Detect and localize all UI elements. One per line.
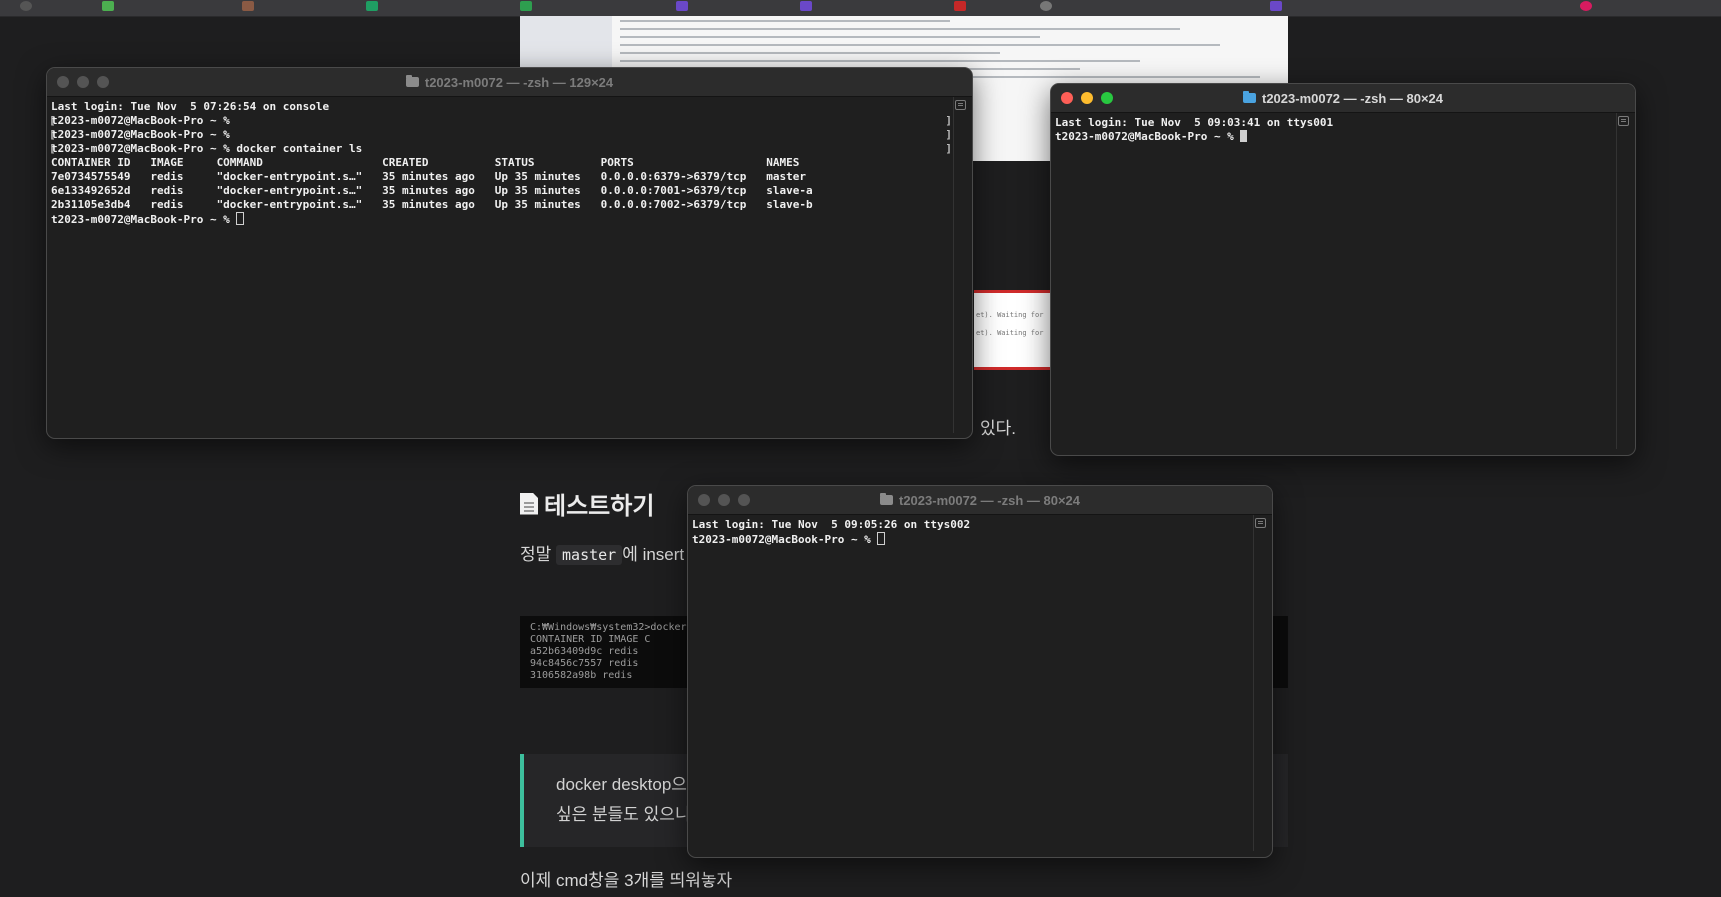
- cmd-line: C:₩Windows₩system32>docker: [530, 622, 687, 633]
- quote-line: 싶은 분들도 있으니: [556, 805, 691, 824]
- close-button[interactable]: [698, 494, 710, 506]
- terminal-line: t2023-m0072@MacBook-Pro ~ %: [51, 114, 230, 127]
- split-divider: [1253, 515, 1254, 851]
- tab[interactable]: [1040, 0, 1052, 12]
- tab[interactable]: [520, 0, 532, 12]
- window-title: t2023-m0072 — -zsh — 80×24: [898, 492, 1081, 508]
- split-divider: [1616, 113, 1617, 449]
- terminal-line: CONTAINER ID IMAGE COMMAND CREATED STATU…: [51, 156, 800, 169]
- tab[interactable]: [1270, 0, 1282, 12]
- maximize-button[interactable]: [97, 76, 109, 88]
- cmd-line: CONTAINER ID IMAGE C: [530, 634, 651, 645]
- folder-icon: [1242, 91, 1256, 103]
- terminal-window-2[interactable]: t2023-m0072 — -zsh — 80×24 Last login: T…: [1050, 83, 1636, 456]
- terminal-output[interactable]: Last login: Tue Nov 5 09:05:26 on ttys00…: [688, 515, 1272, 851]
- scroll-indicator-icon[interactable]: [1255, 518, 1266, 528]
- terminal-line: t2023-m0072@MacBook-Pro ~ % docker conta…: [51, 142, 363, 155]
- terminal-line: 7e0734575549 redis "docker-entrypoint.s……: [51, 170, 806, 183]
- minimize-button[interactable]: [718, 494, 730, 506]
- terminal-window-1[interactable]: t2023-m0072 — -zsh — 129×24 Last login: …: [46, 67, 973, 439]
- minimize-button[interactable]: [77, 76, 89, 88]
- maximize-button[interactable]: [738, 494, 750, 506]
- document-icon: [520, 492, 538, 515]
- terminal-prompt: t2023-m0072@MacBook-Pro ~ %: [692, 533, 878, 546]
- terminal-titlebar[interactable]: t2023-m0072 — -zsh — 129×24: [47, 68, 972, 97]
- folder-icon: [879, 493, 893, 505]
- terminal-titlebar[interactable]: t2023-m0072 — -zsh — 80×24: [688, 486, 1272, 515]
- close-button[interactable]: [1061, 92, 1073, 104]
- scroll-indicator-icon[interactable]: [955, 100, 966, 110]
- screenshot-image-fragment: et). Waiting for et). Waiting for: [974, 290, 1054, 370]
- terminal-output[interactable]: Last login: Tue Nov 5 09:03:41 on ttys00…: [1051, 113, 1635, 449]
- scroll-indicator-icon[interactable]: [1618, 116, 1629, 126]
- minimize-button[interactable]: [1081, 92, 1093, 104]
- text-cursor: [1240, 130, 1248, 142]
- browser-tab-strip: [0, 0, 1721, 17]
- paragraph-prefix: 정말: [520, 545, 552, 564]
- terminal-prompt: t2023-m0072@MacBook-Pro ~ %: [51, 213, 237, 226]
- tab[interactable]: [800, 0, 812, 12]
- text-cursor: [877, 532, 886, 545]
- tab[interactable]: [242, 0, 254, 12]
- terminal-prompt: t2023-m0072@MacBook-Pro ~ %: [1055, 130, 1241, 143]
- terminal-prompt-line[interactable]: t2023-m0072@MacBook-Pro ~ %: [1055, 130, 1631, 144]
- split-divider: [953, 97, 954, 433]
- cmd-line: a52b63409d9c redis: [530, 646, 639, 657]
- terminal-prompt-line[interactable]: t2023-m0072@MacBook-Pro ~ %: [51, 212, 968, 226]
- terminal-line: 6e133492652d redis "docker-entrypoint.s……: [51, 184, 813, 197]
- window-title: t2023-m0072 — -zsh — 129×24: [424, 74, 614, 90]
- tab[interactable]: [1580, 0, 1592, 12]
- cmd-line: 3106582a98b redis: [530, 670, 633, 681]
- folder-icon: [405, 75, 419, 87]
- terminal-line: Last login: Tue Nov 5 07:26:54 on consol…: [51, 100, 330, 113]
- cmd-line: 94c8456c7557 redis: [530, 658, 639, 669]
- terminal-line: t2023-m0072@MacBook-Pro ~ %: [51, 128, 230, 141]
- inline-code: master: [556, 545, 623, 565]
- terminal-line: Last login: Tue Nov 5 09:03:41 on ttys00…: [1055, 116, 1334, 129]
- terminal-window-3[interactable]: t2023-m0072 — -zsh — 80×24 Last login: T…: [687, 485, 1273, 858]
- paragraph: 정말 master 에 insert: [520, 540, 684, 565]
- window-title: t2023-m0072 — -zsh — 80×24: [1261, 90, 1444, 106]
- tab-favicon-icon[interactable]: [20, 0, 32, 12]
- close-button[interactable]: [57, 76, 69, 88]
- heading-text: 테스트하기: [544, 493, 655, 520]
- maximize-button[interactable]: [1101, 92, 1113, 104]
- paragraph-suffix: 에 insert: [622, 545, 685, 564]
- terminal-line: Last login: Tue Nov 5 09:05:26 on ttys00…: [692, 518, 971, 531]
- terminal-output[interactable]: Last login: Tue Nov 5 07:26:54 on consol…: [47, 97, 972, 433]
- tab[interactable]: [366, 0, 378, 12]
- tab[interactable]: [676, 0, 688, 12]
- text-fragment: 있다.: [980, 419, 1017, 438]
- tab[interactable]: [954, 0, 966, 12]
- quote-line: docker desktop으: [556, 775, 687, 794]
- bottom-paragraph: 이제 cmd창을 3개를 띄워놓자: [520, 871, 733, 890]
- terminal-titlebar[interactable]: t2023-m0072 — -zsh — 80×24: [1051, 84, 1635, 113]
- tab[interactable]: [102, 0, 114, 12]
- section-heading: 테스트하기: [520, 486, 654, 521]
- terminal-prompt-line[interactable]: t2023-m0072@MacBook-Pro ~ %: [692, 532, 1268, 546]
- terminal-line: 2b31105e3db4 redis "docker-entrypoint.s……: [51, 198, 813, 211]
- text-cursor: [236, 212, 245, 225]
